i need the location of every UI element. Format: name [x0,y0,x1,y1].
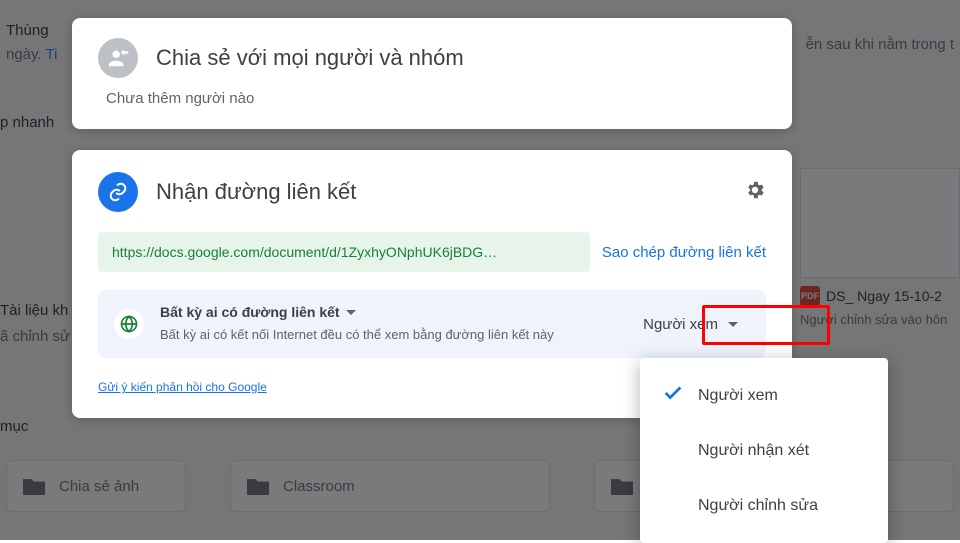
share-subtitle: Chưa thêm người nào [106,90,766,107]
people-icon [98,38,138,78]
access-desc: Bất kỳ ai có kết nối Internet đều có thể… [160,326,590,344]
role-menu: Người xem Người nhận xét Người chỉnh sửa [640,358,888,543]
share-title: Chia sẻ với mọi người và nhóm [156,45,464,71]
menu-item-viewer[interactable]: Người xem [640,368,888,423]
copy-link-button[interactable]: Sao chép đường liên kết [602,244,766,261]
check-icon [662,382,684,409]
access-box: Bất kỳ ai có đường liên kết Bất kỳ ai có… [98,290,766,358]
menu-item-editor[interactable]: Người chỉnh sửa [640,478,888,533]
feedback-link[interactable]: Gửi ý kiến phản hồi cho Google [98,380,267,394]
highlight-box [702,305,830,345]
settings-button[interactable] [744,179,766,206]
share-card: Chia sẻ với mọi người và nhóm Chưa thêm … [72,18,792,129]
link-icon [98,172,138,212]
access-scope-button[interactable]: Bất kỳ ai có đường liên kết [160,304,356,320]
link-url[interactable]: https://docs.google.com/document/d/1Zyxh… [98,232,590,272]
menu-item-commenter[interactable]: Người nhận xét [640,423,888,478]
chevron-down-icon [346,310,356,315]
link-title: Nhận đường liên kết [156,179,356,205]
globe-icon [114,309,144,339]
